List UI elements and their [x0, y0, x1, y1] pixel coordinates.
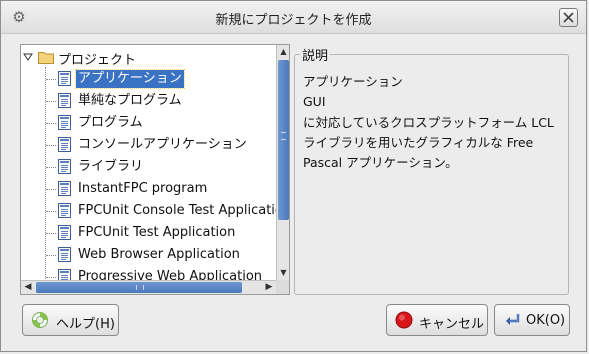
expand-arrow-icon[interactable]	[23, 52, 33, 62]
close-button[interactable]	[559, 8, 578, 27]
scroll-left-arrow-icon[interactable]: ◀	[21, 281, 35, 294]
ok-button[interactable]: OK(O)	[494, 304, 570, 336]
description-line: Pascal アプリケーション。	[303, 155, 458, 171]
tree-item-label: FPCUnit Console Test Application	[78, 203, 276, 218]
tree-guide-line	[46, 189, 56, 190]
cancel-button[interactable]: キャンセル	[386, 304, 488, 336]
help-button[interactable]: ヘルプ(H)	[22, 304, 119, 336]
tree-guide-line	[46, 277, 56, 278]
document-icon	[58, 137, 71, 152]
tree-item-label: 単純なプログラム	[78, 93, 182, 108]
scroll-corner	[276, 280, 289, 294]
title-bar[interactable]: ⚙ 新規にプロジェクトを作成	[1, 1, 586, 34]
description-line: GUI	[303, 94, 326, 110]
stop-icon	[395, 311, 413, 329]
document-icon	[58, 203, 71, 218]
tree-item-label: アプリケーション	[75, 69, 185, 89]
project-type-tree[interactable]: プロジェクト アプリケーション単純なプログラム プログラムコンソールアプリケーショ…	[20, 44, 290, 295]
tree-guide-line	[46, 167, 56, 168]
description-line: ライブラリを用いたグラフィカルな Free	[303, 134, 534, 150]
document-icon	[58, 115, 71, 130]
tree-vertical-scrollbar[interactable]: ▲ ▼	[276, 45, 289, 280]
tree-item-label: Progressive Web Application	[78, 269, 263, 280]
document-icon	[58, 247, 71, 262]
document-icon	[58, 181, 71, 196]
description-line: アプリケーション	[303, 74, 403, 89]
tree-item-label: InstantFPC program	[78, 181, 208, 196]
tree-guide-line	[46, 145, 56, 146]
tree-item-label: FPCUnit Test Application	[78, 225, 236, 240]
scroll-up-arrow-icon[interactable]: ▲	[277, 45, 289, 59]
description-line: に対応しているクロスプラットフォーム LCL	[303, 114, 554, 130]
description-text: アプリケーション GUI に対応しているクロスプラットフォーム LCL ライブラ…	[303, 72, 565, 173]
vertical-scroll-thumb[interactable]	[278, 60, 289, 220]
tree-horizontal-scrollbar[interactable]: ◀ ▶	[21, 280, 276, 294]
tree-guide-line	[45, 67, 46, 280]
close-icon	[563, 12, 574, 23]
document-icon	[58, 159, 71, 174]
document-icon	[58, 269, 71, 280]
scroll-down-arrow-icon[interactable]: ▼	[277, 266, 289, 280]
tree-guide-line	[46, 233, 56, 234]
document-icon	[58, 225, 71, 240]
window-title: 新規にプロジェクトを作成	[215, 13, 372, 28]
help-lifebuoy-icon	[32, 312, 48, 328]
scroll-right-arrow-icon[interactable]: ▶	[262, 281, 276, 294]
help-button-label: ヘルプ(H)	[56, 317, 115, 332]
tree-item-label: ライブラリ	[78, 159, 144, 174]
document-icon	[58, 71, 71, 86]
dialog-window: ⚙ 新規にプロジェクトを作成 プロジェクト アプリケーション単純なプログラム プロ…	[0, 0, 587, 352]
description-legend: 説明	[300, 45, 331, 64]
tree-guide-line	[46, 255, 56, 256]
tree-guide-line	[46, 211, 56, 212]
ok-button-label: OK(O)	[526, 313, 566, 328]
tree-item-label: コンソールアプリケーション	[78, 137, 247, 152]
horizontal-scroll-thumb[interactable]	[36, 282, 242, 293]
cancel-button-label: キャンセル	[419, 317, 485, 332]
tree-item-label: Web Browser Application	[78, 247, 240, 262]
tree-guide-line	[46, 79, 56, 80]
tree-item-label: プログラム	[78, 115, 143, 130]
tree-guide-line	[46, 101, 56, 102]
tree-guide-line	[46, 123, 56, 124]
document-icon	[58, 93, 71, 108]
tree-root-label: プロジェクト	[58, 53, 137, 68]
folder-icon	[38, 52, 54, 64]
enter-arrow-icon	[506, 314, 520, 325]
